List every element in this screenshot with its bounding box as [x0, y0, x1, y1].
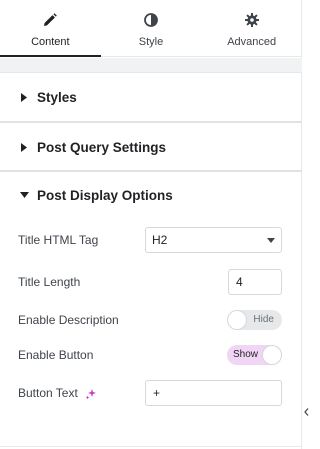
- gear-icon: [244, 12, 260, 28]
- caret-down-icon: [19, 190, 29, 200]
- enable-button-state: Show: [233, 349, 259, 360]
- contrast-icon: [143, 12, 159, 28]
- title-html-tag-label: Title HTML Tag: [18, 233, 99, 247]
- panel-tabs: Content Style Advanced: [0, 0, 302, 57]
- enable-description-state: Hide: [253, 314, 274, 325]
- section-post-query-title: Post Query Settings: [37, 139, 167, 155]
- tab-style-label: Style: [138, 36, 164, 48]
- control-enable-button: Enable Button Show: [0, 345, 302, 365]
- section-post-display-options[interactable]: Post Display Options: [0, 171, 302, 219]
- tab-content[interactable]: Content: [0, 0, 101, 57]
- control-title-html-tag: Title HTML Tag H2: [0, 227, 302, 253]
- tab-content-label: Content: [31, 36, 70, 48]
- title-html-tag-select[interactable]: H2: [145, 227, 282, 253]
- title-length-label: Title Length: [18, 275, 81, 289]
- title-length-value: 4: [236, 275, 243, 289]
- control-enable-description: Enable Description Hide: [0, 310, 302, 330]
- section-styles[interactable]: Styles: [0, 73, 302, 121]
- chevron-left-icon: [304, 403, 309, 421]
- enable-description-label: Enable Description: [18, 313, 119, 327]
- caret-right-icon: [19, 92, 29, 102]
- enable-description-switch[interactable]: Hide: [227, 310, 282, 330]
- button-text-value: +: [153, 386, 161, 400]
- tab-advanced[interactable]: Advanced: [201, 0, 302, 56]
- control-button-text: Button Text +: [0, 380, 302, 406]
- enable-button-label: Enable Button: [18, 348, 94, 362]
- collapse-panel-handle[interactable]: [303, 404, 310, 420]
- enable-button-switch[interactable]: Show: [227, 345, 282, 365]
- section-styles-title: Styles: [37, 89, 77, 105]
- switch-knob: [228, 311, 246, 329]
- divider: [0, 446, 302, 447]
- ai-sparkle-icon[interactable]: [85, 387, 97, 400]
- control-title-length: Title Length 4: [0, 269, 302, 295]
- button-text-label: Button Text: [18, 386, 78, 400]
- tab-style[interactable]: Style: [101, 0, 202, 56]
- caret-right-icon: [19, 142, 29, 152]
- section-spacer: [0, 58, 302, 72]
- section-post-display-title: Post Display Options: [37, 187, 173, 203]
- title-html-tag-value: H2: [152, 233, 168, 247]
- switch-knob: [263, 346, 281, 364]
- pencil-icon: [42, 12, 58, 28]
- button-text-input[interactable]: +: [145, 380, 282, 406]
- section-post-query-settings[interactable]: Post Query Settings: [0, 123, 302, 171]
- editor-panel: Content Style Advanced Styles Post Query…: [0, 0, 302, 449]
- title-length-input[interactable]: 4: [228, 269, 282, 295]
- chevron-down-icon: [267, 238, 275, 243]
- tab-advanced-label: Advanced: [227, 36, 277, 48]
